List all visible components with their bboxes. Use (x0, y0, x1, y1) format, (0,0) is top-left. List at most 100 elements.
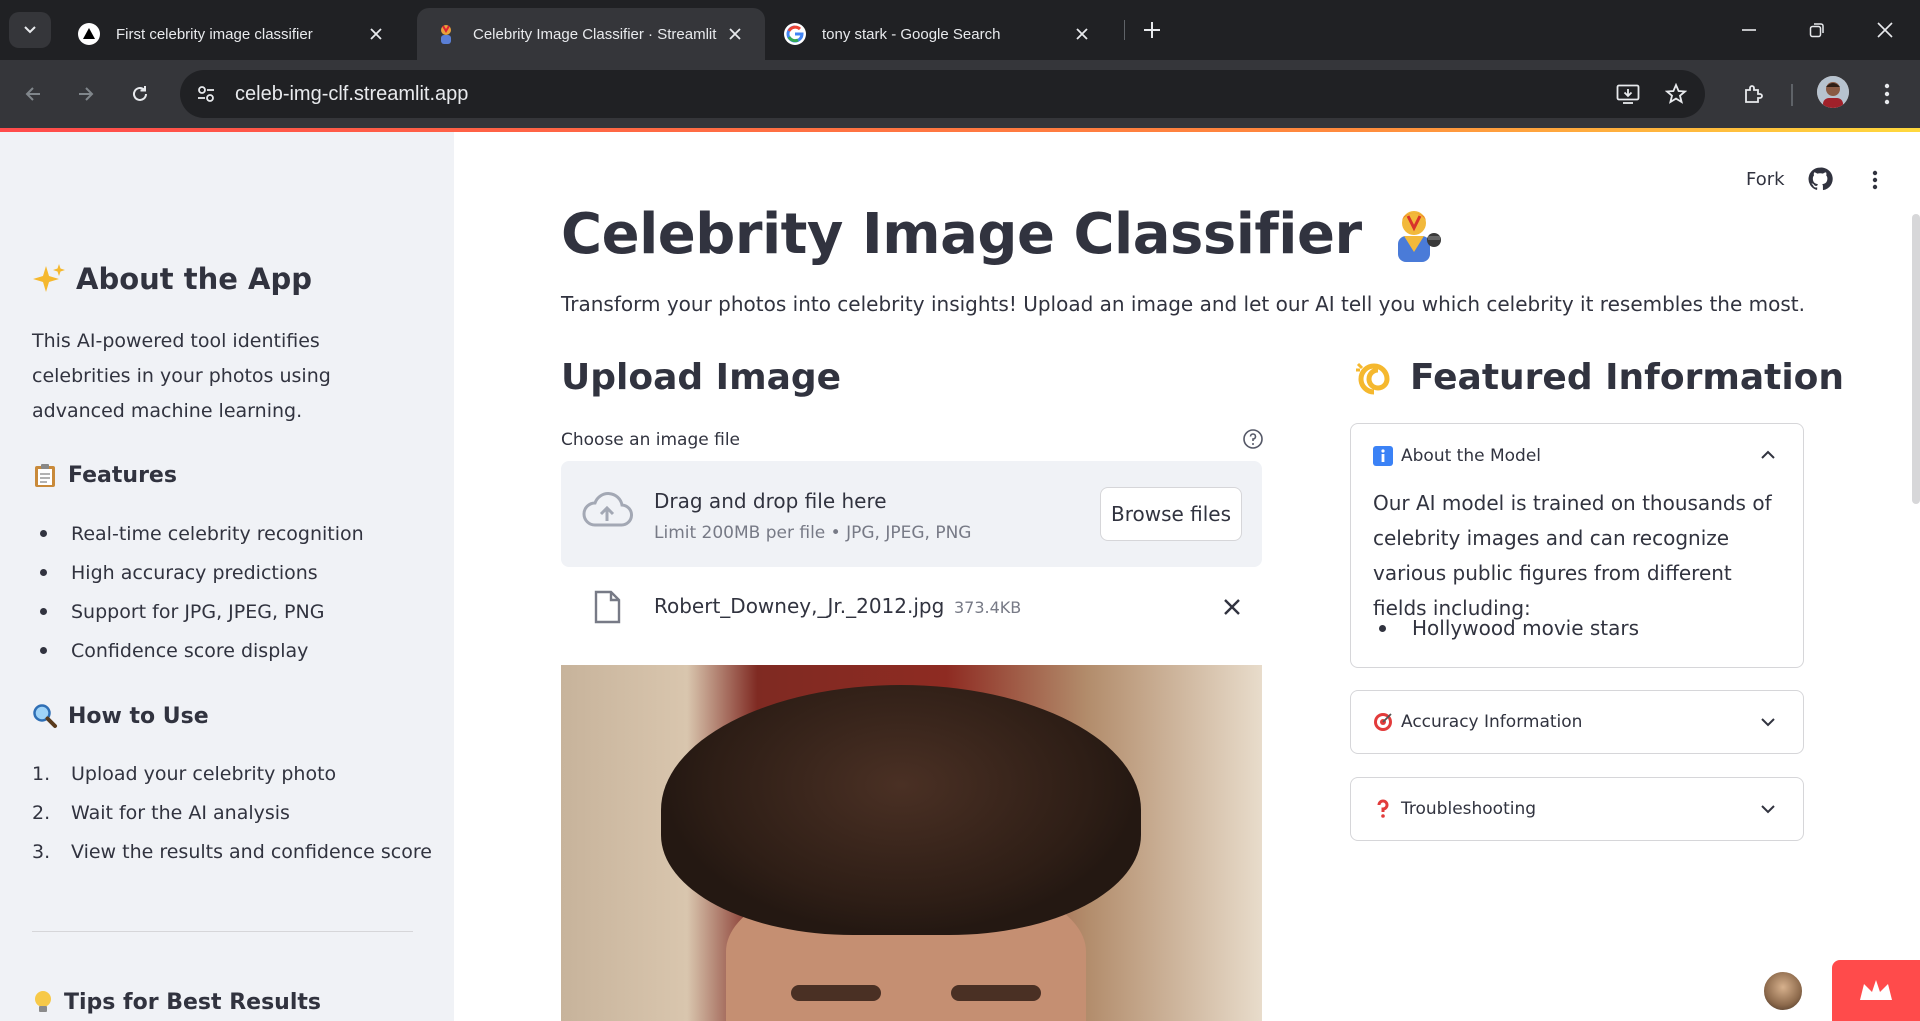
about-title: About the App (76, 262, 312, 296)
expander-header[interactable]: Troubleshooting (1373, 799, 1536, 819)
tips-title: Tips for Best Results (64, 989, 321, 1015)
upload-heading: Upload Image (561, 357, 842, 398)
puzzle-icon (1745, 85, 1763, 103)
profile-avatar[interactable] (1817, 76, 1849, 108)
minimize-button[interactable] (1715, 0, 1783, 60)
scrollbar-thumb[interactable] (1912, 214, 1920, 504)
tab-title: Celebrity Image Classifier · Streamlit (473, 25, 717, 43)
list-item: Real-time celebrity recognition (32, 514, 364, 553)
tab-search-button[interactable] (9, 12, 51, 48)
google-icon (784, 23, 806, 45)
tab-separator (1124, 20, 1125, 40)
file-icon (594, 590, 621, 624)
browser-toolbar: celeb-img-clf.streamlit.app (0, 60, 1920, 128)
bookmark-button[interactable] (1654, 70, 1698, 118)
chevron-down-icon (24, 26, 36, 34)
tab-title: First celebrity image classifier (116, 25, 313, 43)
file-size: 373.4KB (954, 598, 1022, 617)
tab-streamlit-active[interactable]: Celebrity Image Classifier · Streamlit (417, 8, 765, 60)
close-icon[interactable] (364, 22, 388, 46)
uploader-label: Choose an image file (561, 430, 741, 450)
close-icon[interactable] (723, 22, 747, 46)
new-tab-button[interactable] (1136, 14, 1168, 46)
list-item: Confidence score display (32, 631, 364, 670)
close-icon[interactable] (1070, 22, 1094, 46)
list-item: 3. View the results and confidence score (32, 840, 432, 863)
crown-icon (1860, 979, 1892, 1000)
sidebar: About the App This AI-powered tool ident… (0, 132, 454, 1021)
features-title: Features (68, 462, 177, 488)
dizzy-icon (1354, 358, 1394, 398)
target-icon (1373, 712, 1393, 732)
expander-header[interactable]: Accuracy Information (1373, 712, 1582, 732)
magnifier-icon (32, 703, 58, 729)
file-dropzone[interactable]: Drag and drop file here Limit 200MB per … (561, 461, 1262, 567)
dropzone-limit: Limit 200MB per file • JPG, JPEG, PNG (654, 523, 972, 543)
restore-button[interactable] (1783, 0, 1851, 60)
star-icon (1665, 83, 1687, 104)
minimize-icon (1742, 29, 1756, 31)
reload-button[interactable] (121, 75, 159, 113)
main-content: Fork Celebrity Image Classifier Transfor… (454, 132, 1920, 1021)
question-mark-icon (1373, 799, 1393, 819)
clipboard-icon (32, 462, 58, 488)
more-vertical-icon (1884, 83, 1890, 105)
expander-about-model: About the Model Our AI model is trained … (1350, 423, 1804, 668)
sparkles-icon (32, 262, 66, 296)
fork-button[interactable]: Fork (1746, 169, 1785, 190)
restore-icon (1809, 23, 1824, 38)
browse-files-button[interactable]: Browse files (1100, 487, 1242, 541)
cloud-upload-icon (582, 492, 633, 527)
expander-header[interactable]: About the Model (1373, 446, 1541, 466)
chevron-down-icon[interactable] (1759, 713, 1777, 731)
expander-troubleshooting[interactable]: Troubleshooting (1350, 777, 1804, 841)
lightbulb-icon (32, 989, 54, 1015)
howto-title: How to Use (68, 703, 209, 729)
streamlit-app-favicon-icon (435, 23, 457, 45)
tab-google-search[interactable]: tony stark - Google Search (766, 8, 1112, 60)
tune-icon (198, 86, 214, 102)
close-icon[interactable] (1221, 596, 1243, 618)
browser-tab-bar: First celebrity image classifier Celebri… (0, 0, 1920, 60)
chevron-down-icon[interactable] (1759, 800, 1777, 818)
url-text[interactable]: celeb-img-clf.streamlit.app (235, 83, 468, 106)
howto-list: 1. Upload your celebrity photo 2. Wait for… (32, 754, 432, 871)
chevron-up-icon[interactable] (1759, 446, 1777, 464)
plus-icon (1144, 22, 1160, 38)
extensions-button[interactable] (1734, 75, 1772, 113)
forward-button[interactable] (67, 75, 105, 113)
list-item: Support for JPG, JPEG, PNG (32, 592, 364, 631)
info-icon (1373, 446, 1393, 466)
list-item: Hollywood movie stars (1373, 616, 1639, 640)
close-icon (1877, 22, 1893, 38)
page-subtitle: Transform your photos into celebrity ins… (561, 292, 1805, 316)
streamlit-hosted-badge[interactable] (1832, 960, 1920, 1021)
superhero-icon (1386, 206, 1442, 264)
tab-first-celebrity[interactable]: First celebrity image classifier (60, 8, 406, 60)
expander-accuracy[interactable]: Accuracy Information (1350, 690, 1804, 754)
tips-heading: Tips for Best Results (32, 989, 321, 1015)
list-item: High accuracy predictions (32, 553, 364, 592)
about-heading: About the App (32, 262, 312, 296)
featured-heading: Featured Information (1354, 357, 1844, 398)
more-vertical-icon[interactable] (1863, 168, 1887, 192)
address-bar[interactable]: celeb-img-clf.streamlit.app (180, 70, 1705, 118)
list-item: 1. Upload your celebrity photo (32, 762, 337, 785)
toolbar-separator (1791, 84, 1793, 106)
help-circle-icon[interactable] (1242, 428, 1264, 450)
arrow-right-icon (79, 87, 94, 101)
install-app-button[interactable] (1606, 70, 1650, 118)
site-info-button[interactable] (187, 75, 225, 113)
viewer-avatar[interactable] (1762, 970, 1804, 1012)
chrome-menu-button[interactable] (1868, 75, 1906, 113)
close-window-button[interactable] (1851, 0, 1919, 60)
howto-heading: How to Use (32, 703, 209, 729)
list-item: 2. Wait for the AI analysis (32, 801, 290, 824)
github-icon[interactable] (1807, 166, 1833, 192)
vercel-triangle-icon (78, 23, 100, 45)
back-button[interactable] (14, 75, 52, 113)
uploaded-file-row: Robert_Downey,_Jr._2012.jpg 373.4KB (561, 576, 1262, 636)
file-name: Robert_Downey,_Jr._2012.jpg (654, 594, 945, 618)
features-list: Real-time celebrity recognition High acc… (32, 514, 364, 670)
page-title: Celebrity Image Classifier (561, 202, 1442, 267)
